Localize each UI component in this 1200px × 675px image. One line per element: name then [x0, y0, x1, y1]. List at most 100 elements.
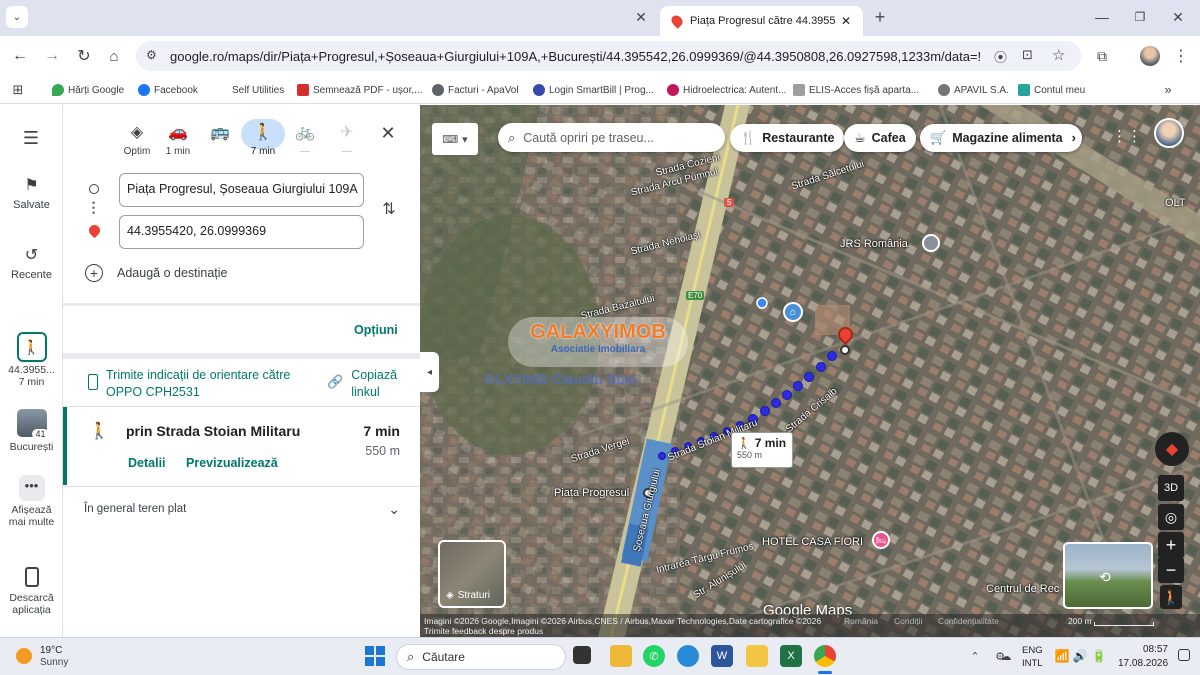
- whatsapp-icon[interactable]: ✆: [643, 645, 665, 667]
- close-window-button[interactable]: ✕: [1166, 6, 1190, 28]
- mode-transit[interactable]: 🚌: [197, 118, 243, 146]
- close-tab-icon[interactable]: ✕: [632, 8, 650, 26]
- send-directions-button[interactable]: Trimite indicații de orientare către OPP…: [88, 367, 308, 401]
- pegman-icon[interactable]: 🚶: [1160, 585, 1182, 609]
- tray-drive-icon[interactable]: ☁: [998, 648, 1014, 664]
- new-tab-button[interactable]: +: [870, 7, 890, 27]
- home-icon[interactable]: ⌂: [104, 46, 124, 66]
- map-link[interactable]: Confidențialitate: [938, 616, 999, 626]
- wifi-icon[interactable]: 📶: [1054, 648, 1070, 664]
- globe-app-icon[interactable]: [677, 645, 699, 667]
- minimize-button[interactable]: —: [1090, 6, 1114, 28]
- bookmark-item[interactable]: Facturi - ApaVol: [432, 82, 519, 98]
- location-icon[interactable]: ⦿: [994, 47, 1007, 66]
- hamburger-menu-icon[interactable]: ☰: [20, 127, 42, 149]
- back-icon[interactable]: ←: [10, 46, 30, 66]
- download-app-button[interactable]: Descarcă aplicația: [0, 567, 63, 616]
- saved-button[interactable]: ⚑ Salvate: [0, 175, 63, 211]
- route-card[interactable]: 🚶 prin Strada Stoian Militaru 7 min 550 …: [63, 407, 420, 485]
- active-tab[interactable]: Piața Progresul către 44.395542... ✕: [660, 6, 863, 36]
- chrome-icon[interactable]: [814, 645, 836, 667]
- bookmark-item[interactable]: Facebook: [138, 82, 198, 98]
- stops-search-box[interactable]: ⌕ Caută opriri pe traseu...: [498, 123, 725, 152]
- file-explorer-icon[interactable]: [746, 645, 768, 667]
- install-icon[interactable]: ⊡: [1022, 47, 1033, 63]
- terrain-row[interactable]: În general teren plat ⌄: [84, 501, 404, 517]
- word-icon[interactable]: W: [711, 645, 733, 667]
- address-bar[interactable]: ⚙ google.ro/maps/dir/Piața+Progresul,+Șo…: [136, 41, 1081, 71]
- widgets-icon[interactable]: [610, 645, 632, 667]
- origin-input[interactable]: Piața Progresul, Șoseaua Giurgiului 109A: [119, 173, 364, 207]
- layers-button[interactable]: ◈ Straturi: [438, 540, 506, 608]
- recent-route-item[interactable]: 🚶 44.3955... 7 min: [0, 332, 63, 388]
- map-collapse-handle[interactable]: ◂: [420, 352, 439, 392]
- profile-avatar[interactable]: [1140, 46, 1160, 66]
- bookmark-star-icon[interactable]: ☆: [1052, 46, 1065, 64]
- home-place-icon[interactable]: ⌂: [783, 302, 803, 322]
- satellite-map[interactable]: ⌂ 🛏 E70 5 Strada Cozieni Strada Arcu Pum…: [420, 105, 1200, 637]
- site-info-icon[interactable]: ⚙: [146, 48, 157, 62]
- bookmark-item[interactable]: Contul meu: [1018, 82, 1085, 98]
- hotel-place-icon[interactable]: 🛏: [872, 531, 890, 549]
- destination-input[interactable]: 44.3955420, 26.0999369: [119, 215, 364, 249]
- details-link[interactable]: Detalii: [128, 456, 166, 470]
- compass-icon[interactable]: ◆: [1155, 432, 1189, 466]
- battery-icon[interactable]: 🔋: [1090, 648, 1108, 664]
- apps-grid-icon[interactable]: ⊞: [10, 82, 26, 98]
- options-link[interactable]: Opțiuni: [354, 323, 398, 337]
- bookmark-item[interactable]: Self Utilities: [232, 82, 284, 98]
- close-directions-icon[interactable]: ✕: [377, 122, 399, 144]
- zoom-out-icon[interactable]: −: [1158, 557, 1184, 583]
- walk-info-box[interactable]: 🚶 7 min 550 m: [731, 432, 793, 468]
- city-item[interactable]: 41 București: [0, 409, 63, 453]
- show-more-button[interactable]: ••• Afișează mai multe: [0, 475, 63, 528]
- more-bookmarks-icon[interactable]: »: [1160, 81, 1176, 97]
- url-text[interactable]: google.ro/maps/dir/Piața+Progresul,+Șose…: [170, 49, 980, 64]
- bookmark-item[interactable]: ELIS-Acces fișă aparta...: [793, 82, 919, 98]
- excel-icon[interactable]: X: [780, 645, 802, 667]
- zoom-in-icon[interactable]: +: [1158, 532, 1184, 558]
- taskbar-search[interactable]: ⌕ Căutare: [396, 644, 566, 670]
- mode-bike[interactable]: 🚲 —: [282, 118, 328, 157]
- toggle-3d-button[interactable]: 3D: [1158, 475, 1184, 501]
- notifications-icon[interactable]: [1178, 649, 1190, 661]
- map-link[interactable]: Condiții: [894, 616, 922, 626]
- chip-coffee[interactable]: ☕ Cafea: [844, 124, 916, 152]
- weather-widget[interactable]: 19°C Sunny: [14, 644, 94, 670]
- volume-icon[interactable]: 🔊: [1072, 648, 1088, 664]
- preview-link[interactable]: Previzualizează: [186, 456, 278, 470]
- extensions-icon[interactable]: ⧉: [1092, 46, 1112, 66]
- apps-grid-icon[interactable]: ⋮⋮: [1112, 125, 1142, 147]
- bookmark-item[interactable]: Hărți Google: [52, 82, 124, 98]
- menu-dots-icon[interactable]: ⋮: [1172, 46, 1190, 66]
- map-link[interactable]: România: [844, 616, 878, 626]
- add-destination-button[interactable]: + Adaugă o destinație: [85, 263, 228, 283]
- clock[interactable]: 08:57 17.08.2026: [1118, 643, 1168, 671]
- bookmark-item[interactable]: Semnează PDF - ușor,...: [297, 82, 423, 98]
- mode-flight[interactable]: ✈ —: [324, 118, 370, 157]
- start-button[interactable]: [365, 646, 385, 666]
- forward-icon[interactable]: →: [42, 46, 62, 66]
- maps-profile-avatar[interactable]: [1154, 118, 1184, 148]
- bookmark-item[interactable]: APAVIL S.A.: [938, 82, 1009, 98]
- mode-walk[interactable]: 🚶 7 min: [240, 118, 286, 157]
- tray-chevron-icon[interactable]: ⌃: [968, 648, 982, 664]
- tab-search-button[interactable]: ⌄: [6, 6, 28, 28]
- reload-icon[interactable]: ↻: [74, 46, 94, 66]
- bookmark-item[interactable]: Hidroelectrica: Autent...: [667, 82, 786, 98]
- copy-link-button[interactable]: 🔗 Copiază linkul: [327, 367, 407, 401]
- swap-icon[interactable]: ⇅: [378, 198, 400, 220]
- my-location-icon[interactable]: ◎: [1158, 504, 1184, 530]
- mode-car[interactable]: 🚗 1 min: [155, 118, 201, 157]
- mode-best[interactable]: ◈ Optim: [114, 118, 160, 157]
- jrs-place-icon[interactable]: [922, 234, 940, 252]
- chip-groceries[interactable]: 🛒 Magazine alimenta ›: [920, 124, 1082, 152]
- keyboard-toggle[interactable]: ⌨ ▾: [432, 123, 478, 155]
- street-view-thumbnail[interactable]: ⟲: [1063, 542, 1153, 609]
- maximize-button[interactable]: ❐: [1128, 6, 1152, 28]
- chip-restaurants[interactable]: 🍴 Restaurante: [730, 124, 845, 152]
- task-view-icon[interactable]: [573, 646, 591, 664]
- recent-button[interactable]: ↺ Recente: [0, 245, 63, 281]
- bookmark-item[interactable]: Login SmartBill | Prog...: [533, 82, 654, 98]
- feedback-link[interactable]: Trimite feedback despre produs: [424, 626, 543, 636]
